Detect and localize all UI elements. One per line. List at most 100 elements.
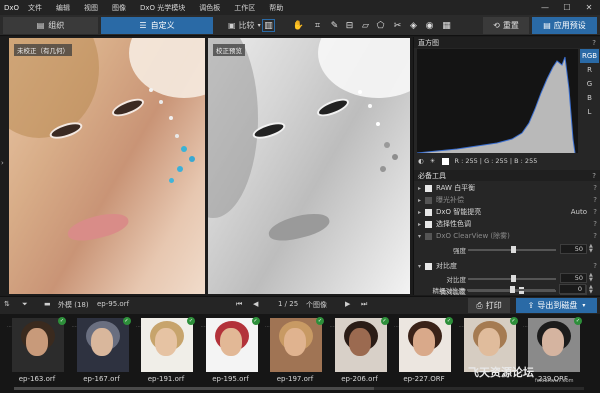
expand-icon[interactable]: ▸: [414, 185, 423, 192]
tool-checkbox[interactable]: [425, 184, 432, 192]
rating-dots[interactable]: ·····: [523, 324, 531, 331]
next-image-icon[interactable]: ▶: [345, 300, 350, 308]
menu-optics-modules[interactable]: DxO 光学模块: [140, 3, 185, 13]
filmstrip-thumbnail[interactable]: ····· ✓ ep-167.orf: [71, 317, 133, 384]
layers-icon[interactable]: ▦: [440, 19, 453, 32]
filmstrip-thumbnail[interactable]: ····· ✓ ep-195.orf: [200, 317, 262, 384]
last-image-icon[interactable]: ⏭: [361, 300, 367, 309]
tab-custom[interactable]: ☰ 自定义: [101, 17, 213, 34]
scrollbar-thumb[interactable]: [14, 387, 374, 390]
filmstrip-thumbnail[interactable]: ····· ✓ ep-197.orf: [264, 317, 326, 384]
clearview-strength-slider[interactable]: 强度 50 ▲ ▼: [414, 244, 600, 256]
help-icon[interactable]: ?: [593, 184, 597, 192]
repair-icon[interactable]: ✂: [391, 19, 404, 32]
thumbnail-image[interactable]: [76, 318, 129, 372]
rating-dots[interactable]: ·····: [7, 324, 15, 331]
spin-icon[interactable]: ▲ ▼: [589, 273, 593, 283]
help-icon[interactable]: ?: [593, 262, 597, 270]
thumbnail-image[interactable]: [141, 318, 193, 372]
horizon-icon[interactable]: ⊟: [343, 19, 356, 32]
perspective-8point-icon[interactable]: ⬠: [374, 19, 387, 32]
shadow-clip-icon[interactable]: ◐: [418, 157, 424, 165]
rating-dots[interactable]: ·····: [265, 324, 273, 331]
channel-r[interactable]: R: [580, 63, 599, 77]
menu-workspace[interactable]: 工作区: [234, 3, 255, 13]
first-image-icon[interactable]: ⏮: [236, 300, 242, 309]
menu-image[interactable]: 图像: [112, 3, 126, 13]
tool-checkbox[interactable]: [425, 208, 432, 216]
help-icon[interactable]: ?: [593, 232, 597, 240]
rating-dots[interactable]: ·····: [136, 324, 144, 331]
filter-icon[interactable]: ⏷: [22, 300, 28, 309]
tool-checkbox[interactable]: [425, 262, 432, 270]
reset-button[interactable]: ⟲ 重置: [483, 17, 529, 34]
highlight-clip-icon[interactable]: ☀: [430, 157, 436, 165]
eraser-icon[interactable]: ◈: [407, 19, 420, 32]
histogram-header[interactable]: 直方图 ?: [414, 37, 600, 48]
collapse-icon[interactable]: ▾: [414, 263, 423, 270]
filmstrip-thumbnail[interactable]: ····· ✓ ep-206.orf: [329, 317, 391, 384]
thumbnail-image[interactable]: [399, 318, 451, 372]
channel-b[interactable]: B: [580, 91, 599, 105]
thumbnail-image[interactable]: [12, 318, 64, 372]
rating-dots[interactable]: ·····: [394, 324, 402, 331]
thumbnail-image[interactable]: [528, 318, 580, 372]
chevron-down-icon[interactable]: ▾: [582, 302, 585, 309]
eyedropper-icon[interactable]: ✎: [328, 19, 341, 32]
rating-dots[interactable]: ·····: [459, 324, 467, 331]
rating-dots[interactable]: ·····: [330, 324, 338, 331]
perspective-icon[interactable]: ⏥: [359, 19, 372, 32]
tool-checkbox[interactable]: [425, 220, 432, 228]
channel-g[interactable]: G: [580, 77, 599, 91]
collapse-icon[interactable]: ▾: [414, 233, 423, 240]
tool-contrast[interactable]: ▾ 对比度 ?: [414, 260, 600, 272]
tab-organize[interactable]: ▤ 组织: [3, 17, 98, 34]
menu-palettes[interactable]: 调色板: [199, 3, 220, 13]
expand-icon[interactable]: ▸: [414, 221, 423, 228]
contrast-slider[interactable]: 对比度 50 ▲ ▼: [414, 273, 600, 285]
minimize-icon[interactable]: —: [534, 0, 556, 15]
tool-checkbox[interactable]: [425, 196, 432, 204]
tool-exposure[interactable]: ▸ 曝光补偿 ?: [414, 194, 600, 206]
channel-l[interactable]: L: [580, 105, 599, 119]
tools-help-icon[interactable]: ?: [592, 172, 596, 180]
folder-label[interactable]: 外模 (18): [58, 300, 89, 310]
help-icon[interactable]: ?: [593, 196, 597, 204]
tool-clearview[interactable]: ▾ DxO ClearView (除雾) ?: [414, 230, 600, 242]
channel-rgb[interactable]: RGB: [580, 49, 599, 63]
eye-icon[interactable]: ◉: [423, 19, 436, 32]
menu-help[interactable]: 帮助: [269, 3, 283, 13]
help-icon[interactable]: ?: [593, 220, 597, 228]
uncorrected-image[interactable]: 未校正（有几何）: [9, 38, 205, 294]
sort-icon[interactable]: ⇅: [4, 300, 10, 308]
print-button[interactable]: ⎙ 打印: [468, 298, 510, 313]
expand-icon[interactable]: ▸: [414, 197, 423, 204]
filmstrip-thumbnail[interactable]: ····· ✓ ep-163.orf: [6, 317, 68, 384]
slider-thumb[interactable]: [511, 275, 516, 282]
menu-file[interactable]: 文件: [28, 3, 42, 13]
hand-icon[interactable]: ✋: [292, 19, 305, 32]
filmstrip-thumbnail[interactable]: ····· ✓ ep-227.ORF: [393, 317, 455, 384]
fine-contrast-slider[interactable]: 精细对比度 0: [413, 284, 600, 295]
split-view-icon[interactable]: ▥: [262, 19, 275, 32]
slider-value[interactable]: 50: [560, 273, 587, 283]
expand-icon[interactable]: ▸: [414, 209, 423, 216]
collapse-left-icon[interactable]: ›: [1, 159, 4, 167]
tool-smart-lighting[interactable]: ▸ DxO 智能提亮 Auto ?: [414, 206, 600, 218]
thumbnail-image[interactable]: [205, 318, 258, 372]
menu-edit[interactable]: 编辑: [56, 3, 70, 13]
spin-icon[interactable]: ▲ ▼: [589, 244, 593, 254]
slider-value[interactable]: 0: [559, 284, 586, 294]
thumbnail-image[interactable]: [334, 318, 387, 372]
tool-raw-white-balance[interactable]: ▸ RAW 白平衡 ?: [414, 182, 600, 194]
thumbnail-image[interactable]: [270, 318, 322, 372]
crop-icon[interactable]: ⌗: [311, 19, 324, 32]
rating-dots[interactable]: ·····: [72, 324, 80, 331]
essential-tools-header[interactable]: 必备工具 ?: [414, 170, 600, 181]
close-icon[interactable]: ✕: [578, 0, 600, 15]
prev-image-icon[interactable]: ◀: [253, 300, 258, 308]
slider-thumb[interactable]: [510, 286, 515, 293]
apply-preset-button[interactable]: ▤ 应用预设: [532, 17, 597, 34]
tool-selective-tone[interactable]: ▸ 选择性色调 ?: [414, 218, 600, 230]
filmstrip-thumbnail[interactable]: ····· ✓ ep-191.orf: [135, 317, 197, 384]
